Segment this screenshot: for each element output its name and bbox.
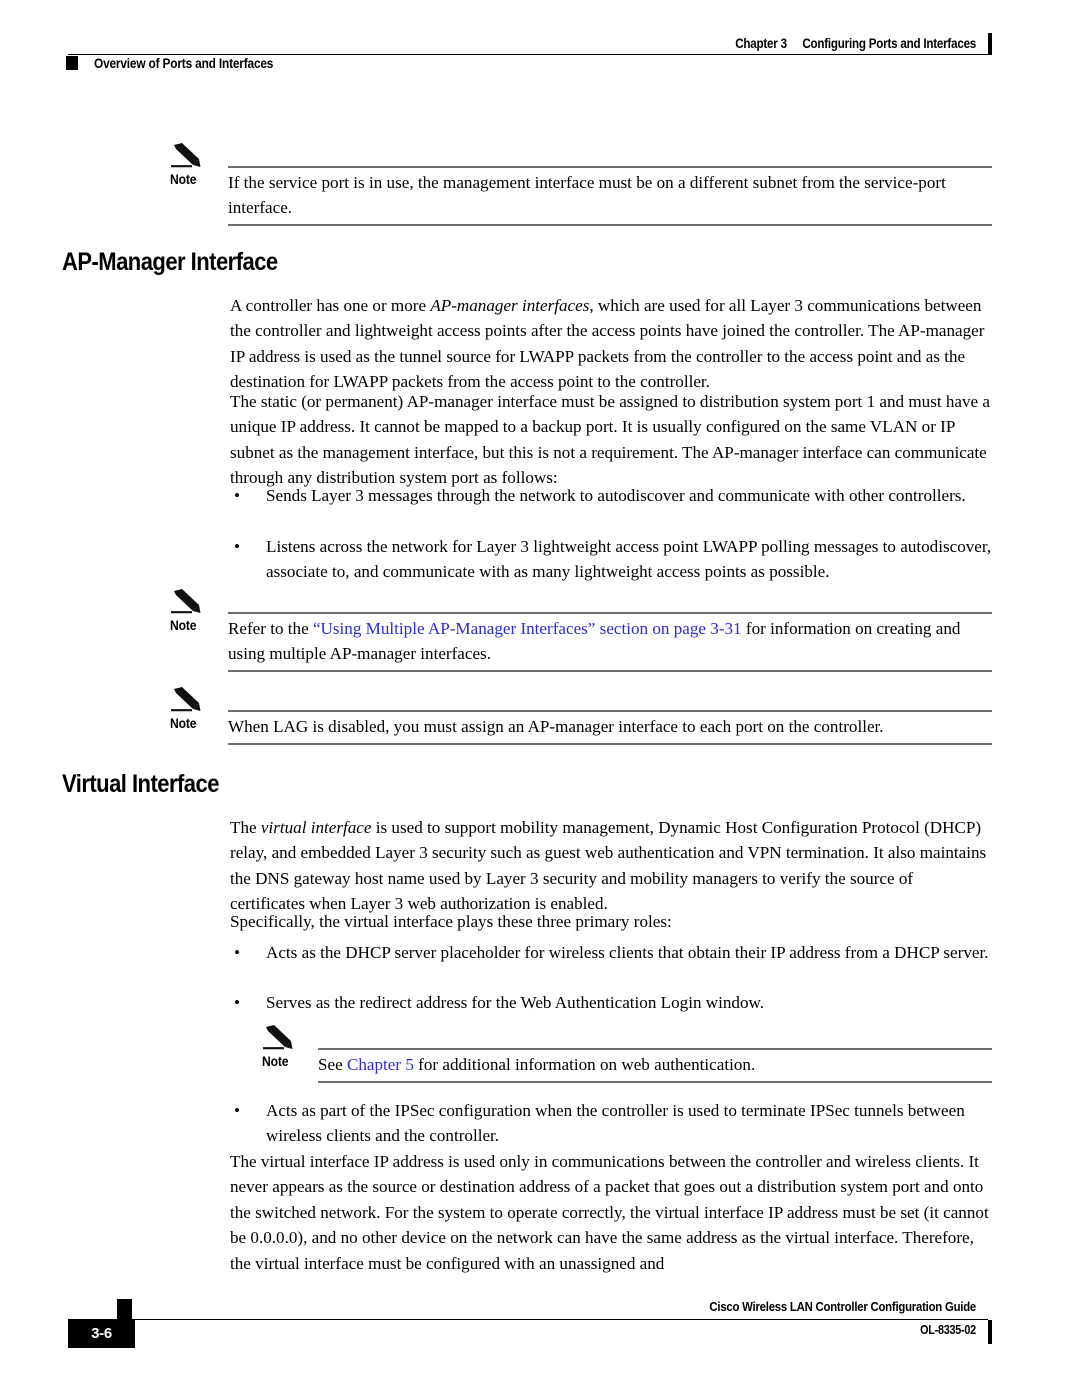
- footer-guide-title: Cisco Wireless LAN Controller Configurat…: [709, 1299, 976, 1314]
- header-rule: [68, 54, 988, 55]
- list-item-text: Acts as the DHCP server placeholder for …: [266, 943, 989, 962]
- header-square-marker-icon: [66, 56, 78, 70]
- note-pencil-icon: [170, 686, 204, 712]
- paragraph-three-primary-roles: Specifically, the virtual interface play…: [230, 912, 672, 931]
- bullet-glyph-icon: •: [234, 537, 240, 556]
- note-pencil-icon: [262, 1024, 296, 1050]
- document-page: Chapter 3 Configuring Ports and Interface…: [0, 0, 1080, 1397]
- page-header: Chapter 3 Configuring Ports and Interface…: [0, 0, 1080, 90]
- paragraph-virtual-intro: The virtual interface is used to support…: [230, 815, 992, 917]
- note-pencil-icon: [170, 142, 204, 168]
- note-label: Note: [170, 716, 197, 731]
- bullet-glyph-icon: •: [234, 993, 240, 1012]
- cross-reference-link-chapter-5[interactable]: Chapter 5: [347, 1055, 414, 1074]
- heading-virtual-interface: Virtual Interface: [62, 770, 219, 798]
- header-chapter-title: Configuring Ports and Interfaces: [802, 36, 976, 51]
- note-text: If the service port is in use, the manag…: [228, 173, 946, 218]
- italic-term-ap-manager-interfaces: AP-manager interfaces: [430, 296, 590, 315]
- footer-rule: [68, 1319, 988, 1320]
- paragraph-static-ap-manager: The static (or permanent) AP-manager int…: [230, 392, 990, 488]
- note-label: Note: [262, 1054, 289, 1069]
- note-rule-bottom: [228, 743, 992, 745]
- note-text-lead: Refer to the: [228, 619, 313, 638]
- note-text: When LAG is disabled, you must assign an…: [228, 717, 884, 736]
- bullet-glyph-icon: •: [234, 943, 240, 962]
- list-item-text: Sends Layer 3 messages through the netwo…: [266, 486, 966, 505]
- header-chapter-number: Chapter 3: [735, 36, 787, 51]
- paragraph-text-lead: A controller has one or more: [230, 296, 431, 315]
- footer-edge-tick: [988, 1320, 992, 1344]
- header-edge-tick: [988, 33, 992, 55]
- list-item: • Sends Layer 3 messages through the net…: [234, 483, 992, 508]
- note-label: Note: [170, 172, 197, 187]
- paragraph-ap-manager-intro: A controller has one or more AP-manager …: [230, 293, 992, 395]
- note-text-rest: for additional information on web authen…: [413, 1055, 756, 1074]
- note-rule-top: [228, 166, 992, 168]
- note-rule-bottom: [228, 224, 992, 226]
- footer-document-id: OL-8335-02: [920, 1323, 976, 1337]
- header-chapter-info: Chapter 3 Configuring Ports and Interface…: [735, 36, 976, 51]
- list-item: • Serves as the redirect address for the…: [234, 990, 992, 1015]
- note-rule-top: [228, 612, 992, 614]
- bullet-glyph-icon: •: [234, 1101, 240, 1120]
- list-item: • Listens across the network for Layer 3…: [234, 534, 992, 585]
- paragraph-virtual-ip-address: The virtual interface IP address is used…: [230, 1152, 989, 1273]
- note-rule-bottom: [318, 1081, 992, 1083]
- list-item: • Acts as the DHCP server placeholder fo…: [234, 940, 992, 965]
- header-section-title: Overview of Ports and Interfaces: [94, 56, 274, 71]
- bullet-glyph-icon: •: [234, 486, 240, 505]
- footer-page-number: 3-6: [91, 1325, 112, 1342]
- note-text-lead: See: [318, 1055, 347, 1074]
- list-item-text: Acts as part of the IPSec configuration …: [266, 1101, 965, 1146]
- cross-reference-link-using-multiple-ap-manager-interfaces[interactable]: “Using Multiple AP-Manager Interfaces” s…: [313, 619, 742, 638]
- note-rule-bottom: [228, 670, 992, 672]
- paragraph-text-lead: The: [230, 818, 261, 837]
- note-rule-top: [228, 710, 992, 712]
- footer-square-marker-icon: [117, 1299, 132, 1319]
- note-rule-top: [318, 1048, 992, 1050]
- note-pencil-icon: [170, 588, 204, 614]
- list-item-text: Serves as the redirect address for the W…: [266, 993, 765, 1012]
- list-item: • Acts as part of the IPSec configuratio…: [234, 1098, 992, 1149]
- note-label: Note: [170, 618, 197, 633]
- heading-ap-manager-interface: AP-Manager Interface: [62, 248, 278, 276]
- italic-term-virtual-interface: virtual interface: [260, 818, 372, 837]
- note-text: See Chapter 5 for additional information…: [318, 1052, 992, 1077]
- note-text: Refer to the “Using Multiple AP-Manager …: [228, 616, 992, 667]
- page-footer: Cisco Wireless LAN Controller Configurat…: [0, 1287, 1080, 1397]
- list-item-text: Listens across the network for Layer 3 l…: [266, 537, 992, 582]
